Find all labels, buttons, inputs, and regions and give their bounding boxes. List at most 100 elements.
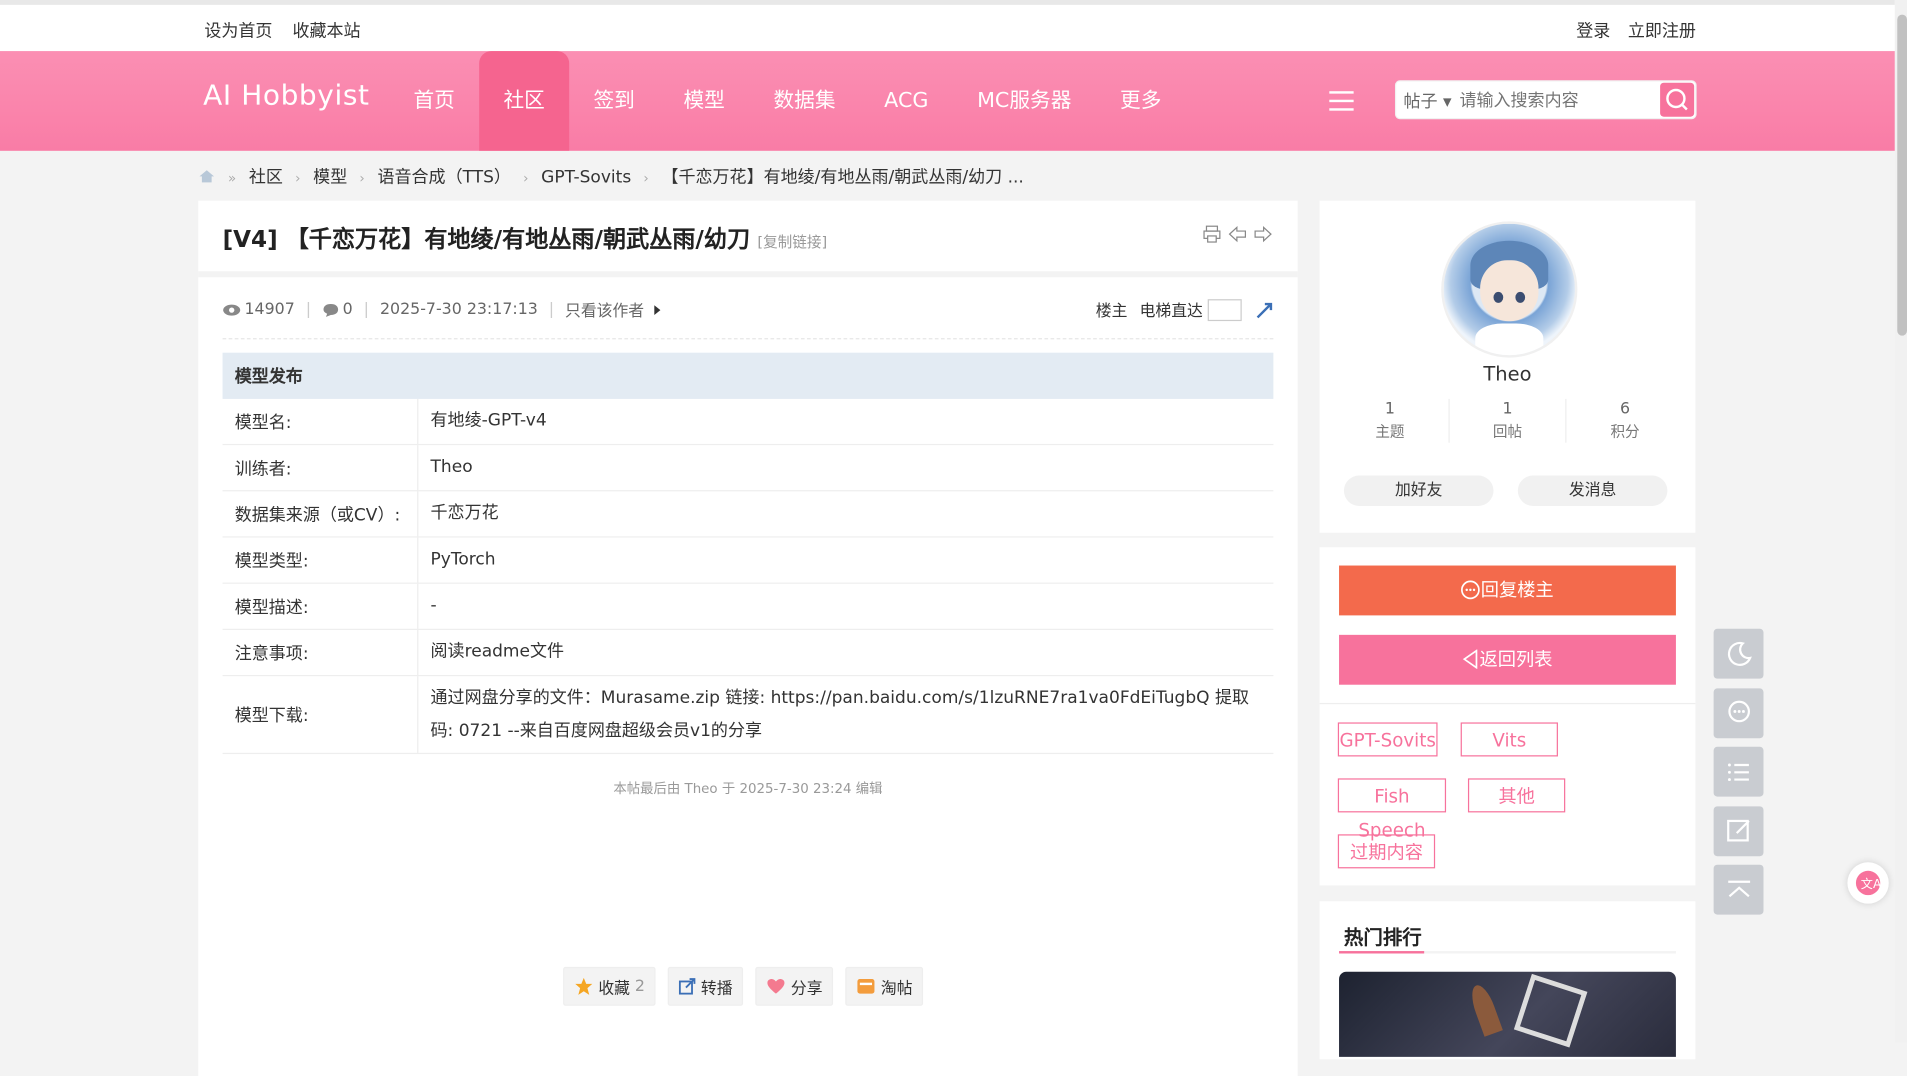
repost-icon <box>679 978 696 995</box>
crumb-current-post[interactable]: 【千恋万花】有地绫/有地丛雨/朝武丛雨/幼刀 ... <box>661 168 1023 187</box>
menu-list-icon[interactable] <box>1324 88 1354 115</box>
hot-ranking-title: 热门排行 <box>1343 925 1422 949</box>
stat-points[interactable]: 6 积分 <box>1567 399 1683 443</box>
translate-icon[interactable]: 文A <box>1847 862 1889 904</box>
reply-count: 0 <box>342 300 353 319</box>
table-row: 模型描述: - <box>222 583 1274 630</box>
nav-home[interactable]: 首页 <box>389 51 479 151</box>
table-row: 模型名: 有地绫-GPT-v4 <box>222 398 1274 446</box>
add-friend-button[interactable]: 加好友 <box>1343 475 1494 506</box>
only-author-link[interactable]: 只看该作者 <box>565 298 644 321</box>
main-nav: 首页 社区 签到 模型 数据集 ACG MC服务器 更多 <box>389 51 1186 151</box>
reply-op-button[interactable]: 回复楼主 <box>1339 565 1676 616</box>
crumb-gpt-sovits[interactable]: GPT-Sovits <box>541 168 631 187</box>
author-name[interactable]: Theo <box>1320 362 1696 385</box>
favorite-button[interactable]: 收藏 2 <box>563 966 656 1006</box>
floating-toolbar <box>1713 628 1764 924</box>
floor-number-input[interactable] <box>1207 298 1242 321</box>
nav-acg[interactable]: ACG <box>860 51 953 151</box>
crumb-models[interactable]: 模型 <box>313 168 347 187</box>
dark-mode-icon[interactable] <box>1713 628 1764 679</box>
divider <box>198 271 1298 278</box>
table-row: 注意事项: 阅读readme文件 <box>222 629 1274 677</box>
post-card: [V4] 【千恋万花】有地绫/有地丛雨/朝武丛雨/幼刀 [复制链接] 14907 … <box>198 200 1298 1076</box>
view-count: 14907 <box>244 300 295 319</box>
tag-other[interactable]: 其他 <box>1467 778 1566 813</box>
star-icon <box>575 977 593 995</box>
nav-more[interactable]: 更多 <box>1096 51 1186 151</box>
favorite-count: 2 <box>634 977 645 996</box>
list-icon[interactable] <box>1713 746 1764 797</box>
copy-link[interactable]: [复制链接] <box>757 234 827 251</box>
model-info-table: 模型发布 模型名: 有地绫-GPT-v4 训练者: Theo 数据集来源（或CV）:… <box>222 352 1274 755</box>
nav-checkin[interactable]: 签到 <box>569 51 659 151</box>
tag-expired[interactable]: 过期内容 <box>1337 834 1436 869</box>
hot-thread-thumbnail[interactable] <box>1339 971 1676 1057</box>
caret-right-icon <box>653 304 660 315</box>
comment-icon <box>323 303 338 317</box>
table-row: 模型类型: PyTorch <box>222 536 1274 584</box>
table-header: 模型发布 <box>222 352 1274 399</box>
svg-text:文A: 文A <box>1861 876 1882 891</box>
repost-button[interactable]: 转播 <box>668 966 744 1006</box>
bookmark-link[interactable]: 收藏本站 <box>292 22 360 41</box>
tag-vits[interactable]: Vits <box>1460 722 1558 757</box>
search-input[interactable] <box>1457 86 1657 116</box>
reply-card: 回复楼主 返回列表 GPT-Sovits Vits Fish Speech 其他… <box>1319 547 1696 886</box>
chat-icon <box>1461 580 1481 600</box>
top-utility-bar: 设为首页 收藏本站 登录 立即注册 <box>0 0 1895 52</box>
nav-community[interactable]: 社区 <box>479 51 570 151</box>
scrollbar-thumb[interactable] <box>1897 14 1907 336</box>
table-row: 数据集来源（或CV）: 千恋万花 <box>222 490 1274 538</box>
jump-icon[interactable] <box>1254 300 1273 319</box>
title-toolbar <box>1203 225 1272 243</box>
floor-label: 楼主 <box>1095 302 1128 322</box>
table-row: 训练者: Theo <box>222 444 1274 492</box>
nav-models[interactable]: 模型 <box>659 51 749 151</box>
register-link[interactable]: 立即注册 <box>1628 22 1696 41</box>
search-button[interactable] <box>1660 82 1695 117</box>
crumb-tts[interactable]: 语音合成（TTS） <box>377 168 510 187</box>
search-icon <box>1666 88 1688 111</box>
previous-thread-icon[interactable] <box>1228 225 1246 243</box>
site-header: AI Hobbyist 首页 社区 签到 模型 数据集 ACG MC服务器 更多… <box>0 51 1895 151</box>
tag-fish-speech[interactable]: Fish Speech <box>1337 778 1447 842</box>
nav-datasets[interactable]: 数据集 <box>749 51 860 151</box>
edit-icon[interactable] <box>1713 805 1764 856</box>
download-link-text[interactable]: 通过网盘分享的文件：Murasame.zip 链接: https://pan.b… <box>417 675 1274 755</box>
post-title: [V4] 【千恋万花】有地绫/有地丛雨/朝武丛雨/幼刀 [复制链接] <box>222 226 828 253</box>
set-home-link[interactable]: 设为首页 <box>204 22 272 41</box>
site-logo[interactable]: AI Hobbyist <box>203 80 370 112</box>
avatar[interactable] <box>1441 221 1578 358</box>
table-row: 模型下载: 通过网盘分享的文件：Murasame.zip 链接: https://… <box>222 675 1274 755</box>
post-actions: 收藏 2 转播 分享 淘帖 <box>563 966 924 1006</box>
print-icon[interactable] <box>1203 225 1221 243</box>
post-meta: 14907 | 0 | 2025-7-30 23:17:13 | 只看该作者 <box>223 298 664 321</box>
author-stats: 1 主题 1 回帖 6 积分 <box>1332 398 1683 443</box>
post-datetime: 2025-7-30 23:17:13 <box>379 300 538 319</box>
send-message-button[interactable]: 发消息 <box>1517 475 1668 506</box>
eye-icon <box>223 304 241 315</box>
share-button[interactable]: 分享 <box>755 966 834 1006</box>
home-icon[interactable] <box>198 169 215 184</box>
back-to-list-button[interactable]: 返回列表 <box>1339 634 1676 685</box>
breadcrumb: » 社区 › 模型 › 语音合成（TTS） › GPT-Sovits › 【千恋万花】有… <box>198 164 1028 188</box>
author-profile-card: Theo 1 主题 1 回帖 6 积分 加好友 发消息 <box>1319 200 1696 533</box>
tag-gpt-sovits[interactable]: GPT-Sovits <box>1337 722 1438 757</box>
nav-mc-server[interactable]: MC服务器 <box>953 51 1096 151</box>
search-type-select[interactable]: 帖子 ▾ <box>1403 89 1451 113</box>
back-to-top-icon[interactable] <box>1713 864 1764 915</box>
back-arrow-icon <box>1463 649 1478 670</box>
floor-tools: 楼主 电梯直达 <box>1096 298 1274 321</box>
comment-bubble-icon[interactable] <box>1713 687 1764 738</box>
crumb-community[interactable]: 社区 <box>249 168 283 187</box>
edit-note: 本帖最后由 Theo 于 2025-7-30 23:24 编辑 <box>613 780 883 797</box>
divider <box>1339 951 1676 954</box>
stat-threads[interactable]: 1 主题 <box>1332 398 1450 443</box>
hot-ranking-card: 热门排行 <box>1319 901 1696 1060</box>
stat-replies[interactable]: 1 回帖 <box>1449 398 1567 443</box>
divider <box>222 338 1274 340</box>
next-thread-icon[interactable] <box>1254 225 1272 243</box>
taobao-button[interactable]: 淘帖 <box>845 966 924 1006</box>
login-link[interactable]: 登录 <box>1576 22 1610 41</box>
